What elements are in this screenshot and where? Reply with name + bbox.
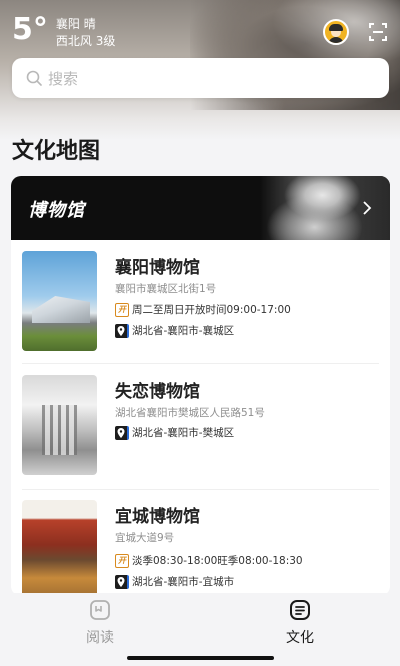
home-indicator bbox=[127, 656, 274, 660]
museum-hours: 开 周二至周日开放时间09:00-17:00 bbox=[115, 302, 291, 317]
scan-icon[interactable] bbox=[368, 22, 388, 42]
museum-thumbnail bbox=[22, 251, 97, 351]
museum-address: 宜城大道9号 bbox=[115, 532, 175, 544]
search-placeholder: 搜索 bbox=[48, 69, 79, 88]
museum-region: 湖北省-襄阳市-宜城市 bbox=[115, 574, 234, 589]
banner-title: 博物馆 bbox=[28, 200, 85, 221]
section-title: 文化地图 bbox=[12, 139, 101, 164]
region-text: 湖北省-襄阳市-襄城区 bbox=[132, 325, 235, 337]
museum-card: 博物馆 襄阳博物馆 襄阳市襄城区北街1号 开 周二至周日开放时间09:00-17… bbox=[11, 176, 390, 596]
search-input[interactable]: 搜索 bbox=[12, 58, 389, 98]
chevron-right-icon bbox=[363, 201, 372, 215]
museum-region: 湖北省-襄阳市-襄城区 bbox=[115, 323, 234, 338]
hours-text: 周二至周日开放时间09:00-17:00 bbox=[132, 304, 291, 316]
museum-banner[interactable]: 博物馆 bbox=[11, 176, 390, 240]
tab-read-label: 阅读 bbox=[86, 630, 114, 646]
region-text: 湖北省-襄阳市-宜城市 bbox=[132, 576, 235, 588]
museum-name: 襄阳博物馆 bbox=[115, 258, 200, 278]
location-icon bbox=[115, 574, 129, 589]
museum-thumbnail bbox=[22, 375, 97, 475]
wind-info: 西北风 3级 bbox=[55, 34, 116, 48]
list-item-xiangyang-museum[interactable]: 襄阳博物馆 襄阳市襄城区北街1号 开 周二至周日开放时间09:00-17:00 … bbox=[11, 240, 390, 352]
open-badge-icon: 开 bbox=[115, 302, 129, 317]
museum-name: 宜城博物馆 bbox=[115, 507, 200, 527]
list-item-yicheng-museum[interactable]: 宜城博物馆 宜城大道9号 开 淡季08:30-18:00旺季08:00-18:3… bbox=[11, 489, 390, 596]
museum-address: 湖北省襄阳市樊城区人民路51号 bbox=[115, 407, 265, 419]
museum-thumbnail bbox=[22, 500, 97, 596]
list-item-breakup-museum[interactable]: 失恋博物馆 湖北省襄阳市樊城区人民路51号 湖北省-襄阳市-樊城区 bbox=[11, 364, 390, 476]
weather-info: 襄阳 晴 西北风 3级 bbox=[56, 16, 115, 50]
temperature: 5° bbox=[12, 12, 48, 47]
book-icon bbox=[90, 600, 110, 620]
open-badge-icon: 开 bbox=[115, 553, 129, 568]
location-icon bbox=[115, 323, 129, 338]
culture-icon bbox=[290, 600, 310, 620]
city-weather: 襄阳 晴 bbox=[55, 17, 96, 31]
avatar-icon[interactable] bbox=[323, 19, 349, 45]
weather-widget: 5° 襄阳 晴 西北风 3级 bbox=[12, 14, 115, 50]
museum-hours: 开 淡季08:30-18:00旺季08:00-18:30 bbox=[115, 553, 303, 568]
tab-culture[interactable]: 文化 bbox=[270, 599, 330, 647]
tab-read[interactable]: 阅读 bbox=[70, 599, 130, 647]
region-text: 湖北省-襄阳市-樊城区 bbox=[132, 427, 235, 439]
museum-name: 失恋博物馆 bbox=[115, 382, 200, 402]
search-icon bbox=[26, 70, 42, 86]
museum-address: 襄阳市襄城区北街1号 bbox=[115, 283, 217, 295]
hours-text: 淡季08:30-18:00旺季08:00-18:30 bbox=[132, 555, 303, 567]
location-icon bbox=[115, 425, 129, 440]
museum-region: 湖北省-襄阳市-樊城区 bbox=[115, 425, 234, 440]
tab-culture-label: 文化 bbox=[286, 630, 314, 646]
